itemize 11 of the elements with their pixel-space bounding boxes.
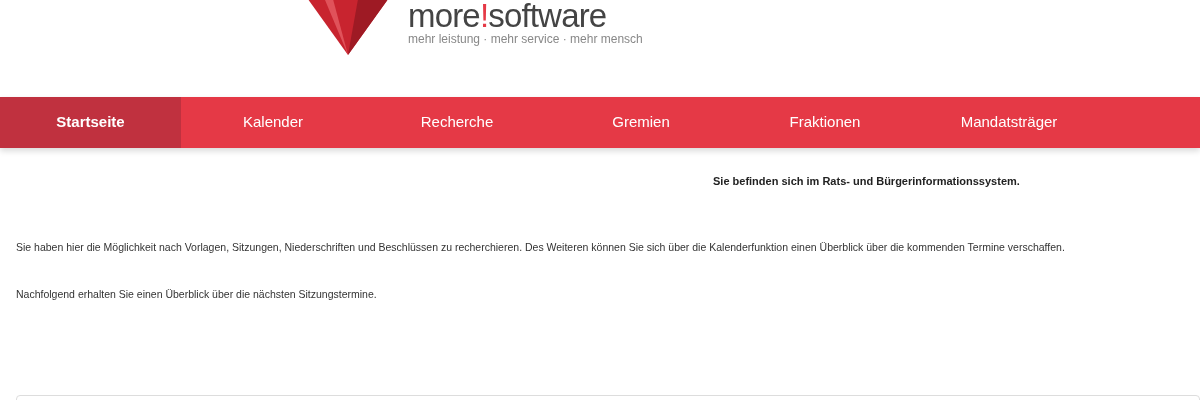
nav-tab[interactable]: Gremien [549, 97, 733, 148]
nav-tab[interactable]: Startseite [0, 97, 181, 148]
intro-paragraph: Sie haben hier die Möglichkeit nach Vorlagen, Sitzungen, Niederschriften und Beschlüssen zu recherchieren. Des Weiteren können Sie sich über die Kalenderfunktion einen Überblick über die kommenden Termine verschaffen. [15, 239, 1066, 255]
logo-tagline: mehr leistung · mehr service · mehr mensch [408, 32, 643, 46]
nav-tab[interactable]: Mandatsträger [917, 97, 1101, 148]
page-heading: Sie befinden sich im Rats- und Bürgerinformationssystem. [713, 174, 1021, 189]
nav-tab[interactable]: Fraktionen [733, 97, 917, 148]
nav-tab[interactable]: Recherche [365, 97, 549, 148]
intro-paragraph: Nachfolgend erhalten Sie einen Überblick über die nächsten Sitzungstermine. [15, 287, 378, 303]
nav-tab[interactable]: Kalender [181, 97, 365, 148]
logo-wordmark: more!software [408, 0, 608, 32]
